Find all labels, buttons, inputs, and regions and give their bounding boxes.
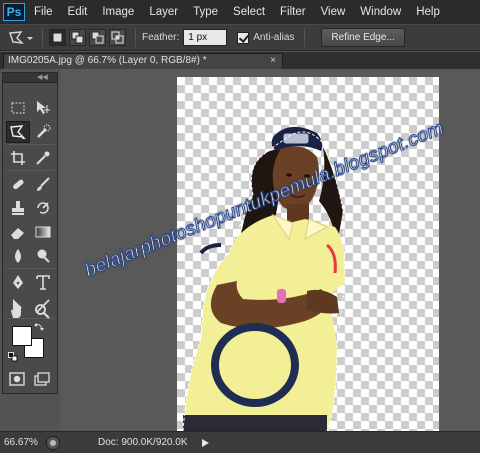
options-divider: [135, 28, 136, 47]
menu-image[interactable]: Image: [102, 6, 134, 18]
status-menu-arrow-icon[interactable]: [202, 438, 209, 447]
lasso-tool[interactable]: [6, 121, 30, 143]
type-tool[interactable]: [31, 271, 55, 293]
menu-file[interactable]: File: [34, 6, 53, 18]
add-to-selection-icon: [71, 31, 84, 44]
dodge-tool[interactable]: [31, 245, 55, 267]
status-info-button[interactable]: [46, 435, 60, 450]
crop-icon: [11, 151, 25, 165]
crop-tool[interactable]: [6, 147, 30, 169]
document-tab[interactable]: IMG0205A.jpg @ 66.7% (Layer 0, RGB/8#) *…: [3, 53, 283, 69]
menu-bar: Ps File Edit Image Layer Type Select Fil…: [0, 0, 480, 24]
close-tab-icon[interactable]: ×: [270, 54, 276, 68]
hand-tool[interactable]: [5, 300, 29, 322]
brush-tool[interactable]: [31, 173, 55, 195]
tool-divider: [7, 170, 55, 171]
type-icon: [36, 275, 50, 290]
blur-icon: [15, 249, 21, 263]
eraser-tool[interactable]: [6, 221, 30, 243]
options-divider: [42, 28, 43, 47]
document-size: Doc: 900.0K/920.0K: [98, 437, 188, 448]
new-selection-icon: [52, 32, 63, 43]
menu-help[interactable]: Help: [416, 6, 440, 18]
menu-layer[interactable]: Layer: [149, 6, 178, 18]
menu-view[interactable]: View: [321, 6, 346, 18]
pen-tool[interactable]: [6, 271, 30, 293]
zoom-icon: [35, 304, 50, 319]
gradient-icon: [35, 226, 51, 238]
refine-edge-button[interactable]: Refine Edge...: [321, 28, 405, 47]
polygonal-lasso-icon: [10, 125, 26, 139]
quick-mask-button[interactable]: [5, 368, 29, 390]
move-tool[interactable]: [31, 97, 55, 119]
polygonal-lasso-icon: [9, 30, 33, 44]
antialias-label: Anti-alias: [253, 32, 295, 43]
menu-window[interactable]: Window: [360, 6, 401, 18]
healing-brush-icon: [13, 179, 24, 190]
feather-label: Feather:: [142, 32, 180, 43]
tool-divider: [7, 144, 55, 145]
marquee-tool[interactable]: [6, 97, 30, 119]
healing-brush-tool[interactable]: [6, 173, 30, 195]
collapse-panel-icon[interactable]: ◀◀: [3, 73, 57, 83]
tool-preset-picker[interactable]: [6, 28, 36, 48]
gradient-tool[interactable]: [31, 221, 55, 243]
intersect-selection-icon: [111, 31, 124, 44]
subtract-from-selection-icon: [91, 31, 104, 44]
menu-select[interactable]: Select: [233, 6, 265, 18]
blur-tool[interactable]: [6, 245, 30, 267]
eyedropper-icon: [36, 151, 50, 165]
clone-stamp-icon: [12, 201, 24, 215]
new-selection-button[interactable]: [49, 29, 66, 46]
options-divider: [304, 28, 306, 47]
zoom-tool[interactable]: [30, 300, 54, 322]
quick-selection-icon: [37, 124, 51, 138]
history-brush-icon: [37, 202, 49, 214]
photoshop-logo: Ps: [3, 3, 25, 21]
antialias-checkbox[interactable]: [237, 31, 250, 44]
pen-icon: [13, 275, 23, 289]
eyedropper-tool[interactable]: [31, 147, 55, 169]
menu-type[interactable]: Type: [193, 6, 218, 18]
options-bar: Feather: 1 px Anti-alias Refine Edge...: [0, 24, 480, 51]
swap-colors-icon[interactable]: [34, 322, 44, 332]
dodge-icon: [37, 249, 50, 263]
history-brush-tool[interactable]: [31, 197, 55, 219]
clone-stamp-tool[interactable]: [6, 197, 30, 219]
quick-mask-icon: [9, 372, 25, 386]
zoom-level[interactable]: 66.67%: [4, 437, 42, 448]
document-canvas[interactable]: [177, 77, 439, 431]
menu-edit[interactable]: Edit: [68, 6, 88, 18]
screen-mode-icon: [34, 372, 50, 386]
subtract-from-selection-button[interactable]: [89, 29, 106, 46]
document-tab-title: IMG0205A.jpg @ 66.7% (Layer 0, RGB/8#) *: [8, 55, 207, 66]
girl-photo-layer: [182, 126, 346, 431]
status-bar: 66.67% Doc: 900.0K/920.0K: [0, 431, 480, 453]
move-icon: [37, 101, 50, 114]
add-to-selection-button[interactable]: [69, 29, 86, 46]
foreground-color-swatch[interactable]: [12, 326, 32, 346]
hand-icon: [11, 304, 21, 318]
menu-filter[interactable]: Filter: [280, 6, 306, 18]
tool-divider: [7, 268, 55, 269]
default-colors-icon[interactable]: [8, 352, 18, 362]
marquee-icon: [11, 102, 25, 114]
quick-selection-tool[interactable]: [31, 121, 55, 143]
eraser-icon: [11, 228, 24, 239]
document-tab-bar: IMG0205A.jpg @ 66.7% (Layer 0, RGB/8#) *…: [0, 52, 480, 69]
feather-input[interactable]: 1 px: [183, 29, 228, 46]
brush-icon: [37, 177, 50, 191]
screen-mode-button[interactable]: [30, 368, 54, 390]
info-icon: [50, 439, 56, 446]
intersect-selection-button[interactable]: [109, 29, 126, 46]
